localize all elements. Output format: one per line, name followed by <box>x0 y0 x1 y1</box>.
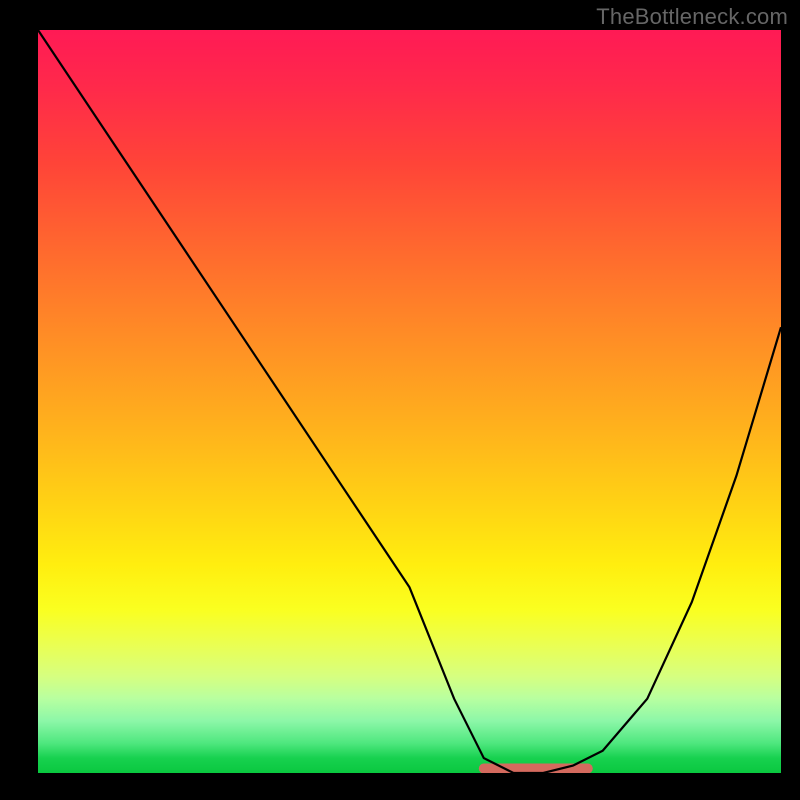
plot-area <box>38 30 781 773</box>
chart-svg <box>38 30 781 773</box>
chart-frame: TheBottleneck.com <box>0 0 800 800</box>
bottleneck-curve <box>38 30 781 773</box>
watermark-text: TheBottleneck.com <box>596 4 788 30</box>
